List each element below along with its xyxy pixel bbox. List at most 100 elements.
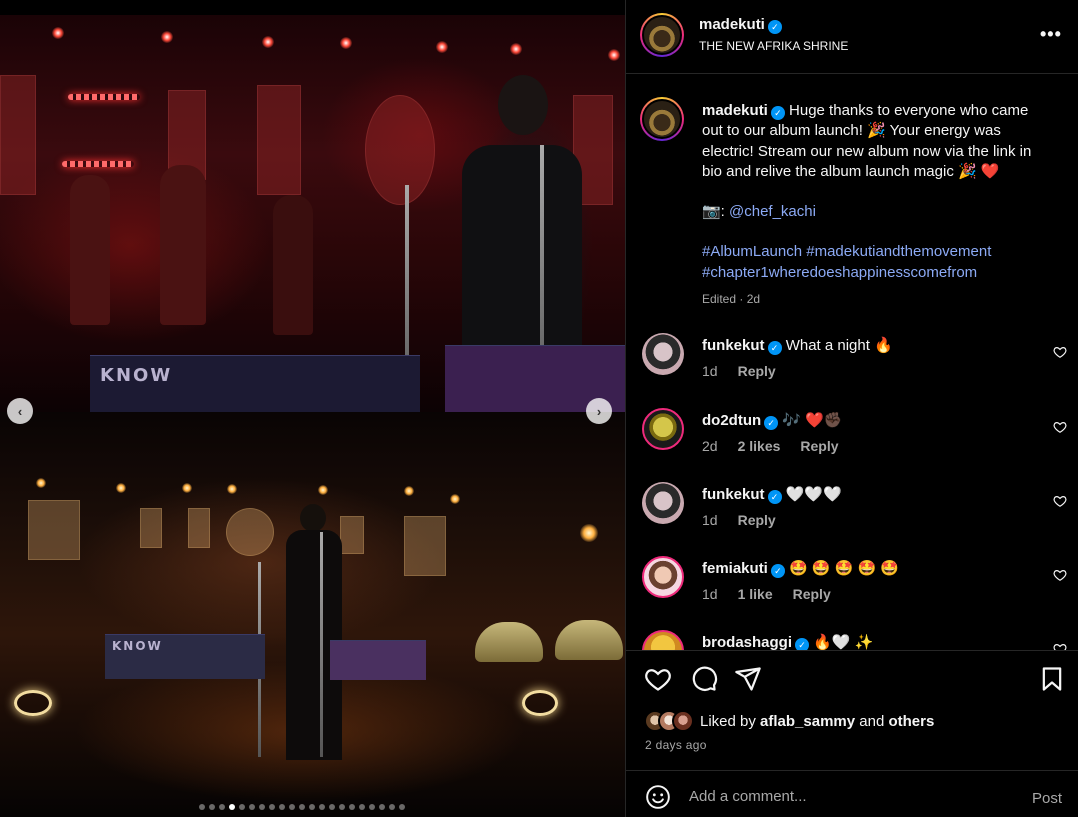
add-comment-bar: Post [626,770,1078,817]
stage-light [436,41,448,53]
comment-item: brodashaggi ✓ 🔥🤍 ✨ [626,630,1078,650]
comment-item: femiakuti ✓ 🤩 🤩 🤩 🤩 🤩 1d 1 like Reply [626,556,1078,626]
carousel-dot [359,804,365,810]
stage-light [227,484,237,494]
stage-light [318,485,328,495]
caption-meta: Edited · 2d [702,292,761,307]
caption-avatar[interactable] [640,97,684,141]
armchair [475,622,543,662]
comment-item: funkekut ✓ 🤍🤍🤍 1d Reply [626,482,1078,552]
save-icon[interactable] [1038,665,1066,693]
carousel-dot [299,804,305,810]
concert-photo-top: KNOW [0,15,625,412]
carousel-next-button[interactable]: › [586,398,612,424]
carousel-dot [229,804,235,810]
carousel-prev-button[interactable]: ‹ [7,398,33,424]
share-icon[interactable] [734,665,762,693]
band-member [70,175,110,325]
post-time: 2 days ago [645,738,707,752]
comment-username[interactable]: funkekut [702,337,765,354]
likes-others-link[interactable]: others [888,713,934,730]
liker-avatar [672,710,694,732]
comment-item: funkekut ✓ What a night 🔥 1d Reply [626,333,1078,403]
poster [257,85,301,195]
comment-time: 1d [702,586,718,602]
comment-username[interactable]: femiakuti [702,560,768,577]
poster [188,508,210,548]
comments-scroll-area[interactable]: madekuti ✓ Huge thanks to everyone who ca… [626,75,1078,650]
poster [226,508,274,556]
stage-light [450,494,460,504]
heart-icon[interactable] [644,665,672,693]
post-media-carousel[interactable]: KNOW KNOW ‹ › [0,0,625,817]
commenter-avatar[interactable] [642,408,684,450]
reply-button[interactable]: Reply [793,586,831,602]
band-member [160,165,206,325]
comment-text: 🔥🤍 ✨ [813,634,874,650]
stage-monitor [522,690,558,716]
stage-light [52,27,64,39]
carousel-dot [339,804,345,810]
smiley-icon[interactable] [645,784,671,810]
comment-text: What a night 🔥 [785,337,893,354]
stage-light [182,483,192,493]
post-comment-button[interactable]: Post [1032,790,1062,807]
post-header: madekuti ✓ THE NEW AFRIKA SHRINE ••• [626,0,1078,74]
commenter-avatar[interactable] [642,333,684,375]
carousel-dot [219,804,225,810]
verified-icon: ✓ [770,564,785,578]
carousel-dot [269,804,275,810]
reply-button[interactable]: Reply [738,512,776,528]
comment-likes[interactable]: 1 like [738,586,773,602]
carousel-dot [319,804,325,810]
stage-light [36,478,46,488]
stage-light [262,36,274,48]
caption-username[interactable]: madekuti [702,102,768,119]
photo-credit-link[interactable]: @chef_kachi [729,203,816,220]
more-icon[interactable]: ••• [1040,24,1062,45]
poster [340,516,364,554]
commenter-avatar[interactable] [642,556,684,598]
commenter-avatar[interactable] [642,482,684,524]
carousel-dot [249,804,255,810]
comment-username[interactable]: funkekut [702,486,765,503]
heart-icon[interactable] [1053,642,1067,650]
spot-light [580,524,598,542]
comment-icon[interactable] [690,665,718,693]
post-actions: Liked by aflab_sammy and others 2 days a… [626,650,1078,770]
stage-light [404,486,414,496]
post-location[interactable]: THE NEW AFRIKA SHRINE [699,39,848,53]
comment-username[interactable]: brodashaggi [702,634,792,650]
comment-username[interactable]: do2dtun [702,412,761,429]
hashtag-link[interactable]: #chapter1wheredoeshappinesscomefrom [702,264,977,281]
banner-text: KNOW [100,365,173,386]
verified-icon: ✓ [767,20,782,34]
verified-icon: ✓ [770,106,785,120]
poster [140,508,162,548]
heart-icon[interactable] [1053,420,1067,434]
carousel-dot [199,804,205,810]
post-caption: madekuti ✓ Huge thanks to everyone who ca… [702,101,1038,309]
poster [0,75,36,195]
author-avatar[interactable] [640,13,684,57]
reply-button[interactable]: Reply [800,438,838,454]
carousel-dot [209,804,215,810]
stage-light [608,49,620,61]
carousel-dot [369,804,375,810]
hashtag-link[interactable]: #AlbumLaunch [702,243,802,260]
heart-icon[interactable] [1053,568,1067,582]
post-details-panel: madekuti ✓ THE NEW AFRIKA SHRINE ••• made… [625,0,1078,817]
mic-stand [320,532,323,757]
heart-icon[interactable] [1053,494,1067,508]
heart-icon[interactable] [1053,345,1067,359]
hashtag-link[interactable]: #madekutiandthemovement [806,243,991,260]
comment-input[interactable] [689,783,1009,809]
liker-username[interactable]: aflab_sammy [760,713,855,730]
author-username[interactable]: madekuti [699,16,765,33]
author-name-row: madekuti ✓ [699,16,782,34]
carousel-dot [349,804,355,810]
comment-likes[interactable]: 2 likes [738,438,781,454]
reply-button[interactable]: Reply [738,363,776,379]
stage-light [510,43,522,55]
commenter-avatar[interactable] [642,630,684,650]
